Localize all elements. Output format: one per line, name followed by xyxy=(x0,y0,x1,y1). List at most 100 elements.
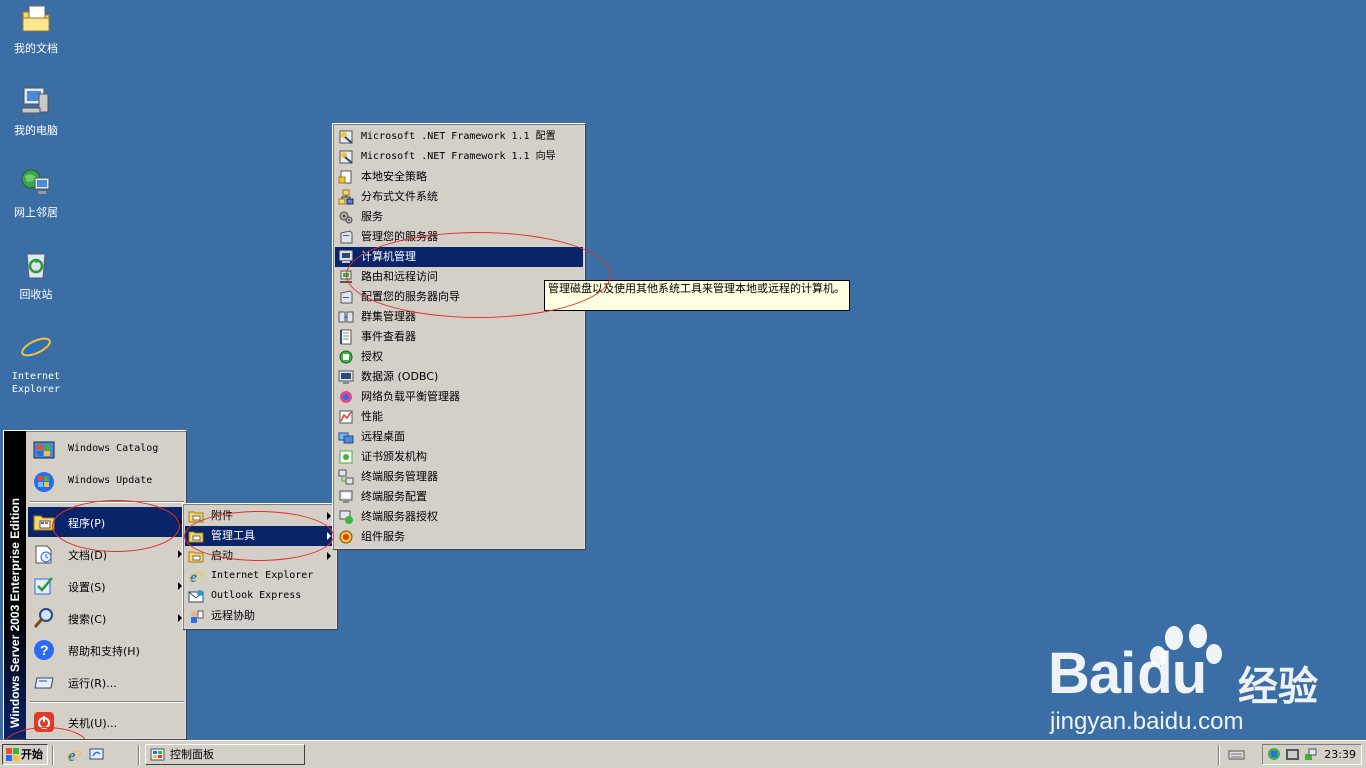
admin-item-label: 路由和远程访问 xyxy=(361,270,438,283)
quicklaunch-desktop-icon[interactable] xyxy=(88,746,105,763)
start-menu: Windows Server 2003 Enterprise Edition W… xyxy=(3,430,187,740)
tray-network-icon[interactable] xyxy=(1267,747,1282,762)
start-menu-item-windows-catalog[interactable]: Windows Catalog xyxy=(28,435,186,465)
admin-item-certificate-authority[interactable]: 证书颁发机构 xyxy=(335,447,583,467)
admin-item-label: Microsoft .NET Framework 1.1 向导 xyxy=(361,151,556,162)
admin-item-dfs[interactable]: 分布式文件系统 xyxy=(335,187,583,207)
admin-item-label: 终端服务配置 xyxy=(361,490,427,503)
my-documents-icon xyxy=(22,5,50,32)
certificate-icon xyxy=(339,450,353,464)
admin-item-label: 终端服务管理器 xyxy=(361,470,438,483)
desktop-icon-label: Internet Explorer xyxy=(11,371,61,395)
admin-item-local-security-policy[interactable]: 本地安全策略 xyxy=(335,167,583,187)
tray-vm-icon[interactable] xyxy=(1285,747,1300,762)
help-icon: ? xyxy=(34,640,54,660)
admin-item-dotnet-wizard[interactable]: Microsoft .NET Framework 1.1 向导 xyxy=(335,147,583,167)
terminal-license-icon xyxy=(339,510,353,524)
programs-item-outlook-express[interactable]: Outlook Express xyxy=(185,586,335,606)
admin-item-terminal-server-licensing[interactable]: 终端服务器授权 xyxy=(335,507,583,527)
desktop-icon-network-places[interactable]: 网上邻居 xyxy=(4,166,68,219)
desktop-icon-recycle-bin[interactable]: 回收站 xyxy=(4,248,68,301)
admin-item-dotnet-config[interactable]: Microsoft .NET Framework 1.1 配置 xyxy=(335,127,583,147)
admin-item-manage-your-server[interactable]: 管理您的服务器 xyxy=(335,227,583,247)
odbc-icon xyxy=(338,370,354,384)
keyboard-icon[interactable] xyxy=(1228,746,1245,763)
desktop-icon-my-documents[interactable]: 我的文档 xyxy=(4,2,68,55)
start-menu-item-help[interactable]: ? 帮助和支持(H) xyxy=(28,635,186,665)
submenu-arrow-icon xyxy=(327,552,331,560)
outlook-express-icon xyxy=(188,590,204,603)
internet-explorer-icon: e xyxy=(189,569,203,584)
cluster-icon xyxy=(338,311,354,323)
admin-item-label: 数据源 (ODBC) xyxy=(361,370,439,383)
programs-item-label: Outlook Express xyxy=(211,590,302,601)
admin-item-terminal-services-manager[interactable]: 终端服务管理器 xyxy=(335,467,583,487)
start-menu-item-settings[interactable]: 设置(S) xyxy=(28,571,186,601)
desktop-icon-my-computer[interactable]: 我的电脑 xyxy=(4,84,68,137)
start-menu-item-documents[interactable]: 文档(D) xyxy=(28,539,186,569)
admin-item-label: 网络负载平衡管理器 xyxy=(361,390,460,403)
watermark-brand: Baidu xyxy=(1048,641,1207,706)
start-menu-item-programs[interactable]: 程序(P) xyxy=(28,507,186,537)
admin-item-label: 远程桌面 xyxy=(361,430,405,443)
programs-item-admin-tools[interactable]: 管理工具 xyxy=(185,526,335,546)
desktop-icon-internet-explorer[interactable]: e Internet Explorer xyxy=(4,330,68,396)
tray-clock[interactable]: 23:39 xyxy=(1324,748,1356,761)
admin-item-computer-management[interactable]: 计算机管理 xyxy=(335,247,583,267)
admin-item-remote-desktop[interactable]: 远程桌面 xyxy=(335,427,583,447)
security-policy-icon xyxy=(338,170,352,184)
admin-item-licensing[interactable]: 授权 xyxy=(335,347,583,367)
programs-item-internet-explorer[interactable]: e Internet Explorer xyxy=(185,566,335,586)
windows-catalog-icon xyxy=(33,441,55,459)
watermark-url: jingyan.baidu.com xyxy=(1050,708,1244,735)
start-menu-separator xyxy=(30,501,184,503)
program-group-icon xyxy=(188,531,204,543)
my-computer-icon xyxy=(21,87,49,114)
admin-item-label: 组件服务 xyxy=(361,530,405,543)
tooltip-computer-management: 管理磁盘以及使用其他系统工具来管理本地或远程的计算机。 xyxy=(544,280,850,311)
programs-item-label: 管理工具 xyxy=(211,529,255,542)
programs-item-remote-assistance[interactable]: 远程协助 xyxy=(185,606,335,626)
programs-item-label: Internet Explorer xyxy=(211,570,314,581)
admin-item-label: 性能 xyxy=(361,410,383,423)
submenu-arrow-icon xyxy=(327,512,331,520)
baidu-jingyan-watermark: Baidu 经验 jingyan.baidu.com xyxy=(1048,620,1348,740)
admin-item-label: 授权 xyxy=(361,350,383,363)
admin-item-event-viewer[interactable]: 事件查看器 xyxy=(335,327,583,347)
computer-management-icon xyxy=(339,250,353,263)
start-menu-item-label: 文档(D) xyxy=(68,549,108,562)
programs-item-accessories[interactable]: 附件 xyxy=(185,506,335,526)
manage-server-icon xyxy=(340,230,353,244)
desktop-icon-label: 回收站 xyxy=(19,288,53,301)
quicklaunch-ie-icon[interactable]: e xyxy=(66,746,83,763)
start-menu-item-run[interactable]: 运行(R)... xyxy=(28,667,186,697)
admin-item-component-services[interactable]: 组件服务 xyxy=(335,527,583,547)
start-menu-item-search[interactable]: 搜索(C) xyxy=(28,603,186,633)
admin-item-services[interactable]: 服务 xyxy=(335,207,583,227)
start-menu-item-label: 运行(R)... xyxy=(68,677,117,690)
admin-item-odbc[interactable]: 数据源 (ODBC) xyxy=(335,367,583,387)
taskbar: 开始 e 控制面板 23:39 xyxy=(0,740,1366,768)
performance-icon xyxy=(339,410,353,424)
admin-item-label: 事件查看器 xyxy=(361,330,416,343)
start-menu-item-windows-update[interactable]: Windows Update xyxy=(28,467,186,497)
dotnet-config-icon xyxy=(339,130,353,144)
programs-item-startup[interactable]: 启动 xyxy=(185,546,335,566)
start-menu-banner: Windows Server 2003 Enterprise Edition xyxy=(4,431,26,739)
admin-item-performance[interactable]: 性能 xyxy=(335,407,583,427)
programs-folder-icon xyxy=(33,515,55,531)
admin-item-terminal-services-config[interactable]: 终端服务配置 xyxy=(335,487,583,507)
admin-item-nlb-manager[interactable]: 网络负载平衡管理器 xyxy=(335,387,583,407)
start-menu-item-shutdown[interactable]: 关机(U)... xyxy=(28,707,186,737)
taskbar-button-control-panel[interactable]: 控制面板 xyxy=(145,744,305,765)
network-places-icon xyxy=(21,169,50,194)
shutdown-icon xyxy=(34,712,54,732)
start-button[interactable]: 开始 xyxy=(2,744,48,765)
taskbar-separator xyxy=(138,745,140,765)
tray-connection-icon[interactable] xyxy=(1303,747,1318,762)
terminal-manager-icon xyxy=(338,469,354,485)
system-tray: 23:39 xyxy=(1262,744,1362,765)
recycle-bin-icon xyxy=(26,253,46,279)
licensing-icon xyxy=(339,350,353,364)
admin-item-label: 分布式文件系统 xyxy=(361,190,438,203)
